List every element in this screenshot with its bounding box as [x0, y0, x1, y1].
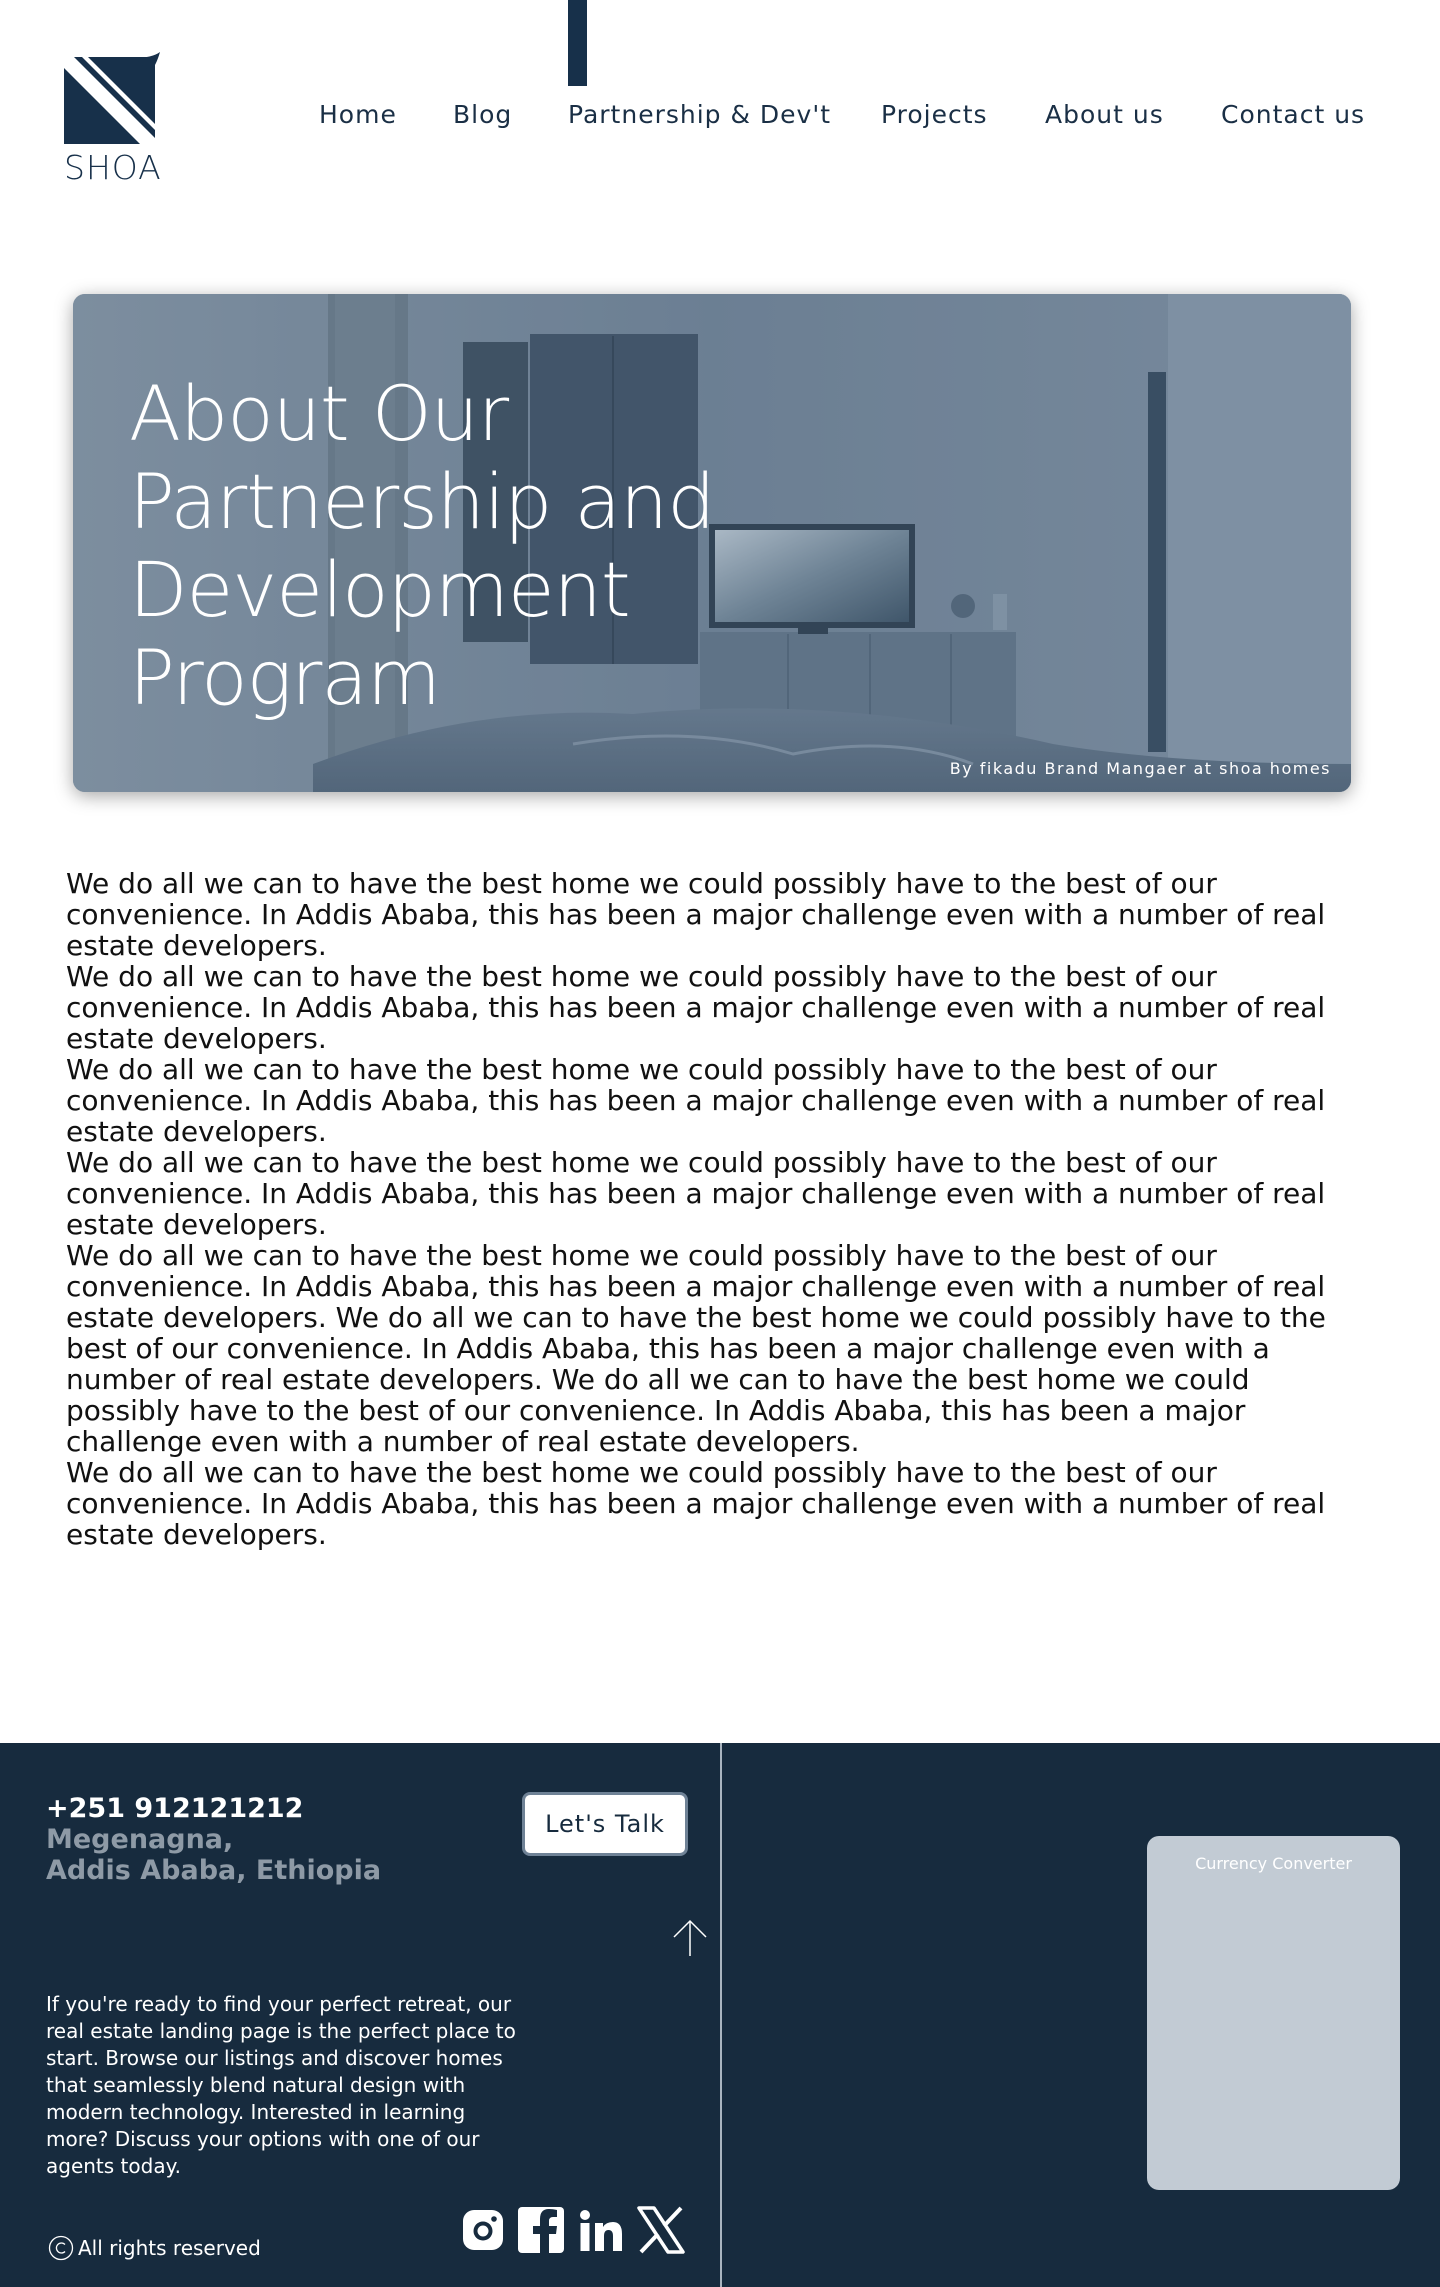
- paragraph: We do all we can to have the best home w…: [66, 1146, 1326, 1241]
- instagram-icon[interactable]: [458, 2205, 508, 2255]
- footer-divider: [720, 1743, 722, 2287]
- footer-address: Megenagna, Addis Ababa, Ethiopia: [46, 1824, 381, 1886]
- shoa-logo-text: SHOA: [64, 148, 162, 187]
- nav-projects[interactable]: Projects: [881, 100, 988, 129]
- nav-active-indicator: [568, 0, 587, 86]
- hero-title: About Our Partnership and Development Pr…: [129, 369, 715, 722]
- paragraph: We do all we can to have the best home w…: [66, 960, 1326, 1055]
- paragraph: We do all we can to have the best home w…: [66, 1239, 1326, 1458]
- hero-caption: By fikadu Brand Mangaer at shoa homes: [949, 759, 1331, 778]
- currency-converter-widget[interactable]: Currency Converter: [1147, 1836, 1400, 2190]
- main-nav: Home Blog Partnership & Dev't Projects A…: [0, 100, 1440, 136]
- facebook-icon[interactable]: [516, 2205, 566, 2255]
- footer-description: If you're ready to find your perfect ret…: [46, 1992, 516, 2178]
- site-footer: +251 912121212 Megenagna, Addis Ababa, E…: [0, 1743, 1440, 2287]
- footer-phone[interactable]: +251 912121212: [46, 1793, 303, 1824]
- arrow-up-icon[interactable]: [672, 1919, 708, 1957]
- linkedin-icon[interactable]: [576, 2205, 626, 2255]
- paragraph: We do all we can to have the best home w…: [66, 1456, 1326, 1551]
- nav-home[interactable]: Home: [319, 100, 397, 129]
- paragraph: We do all we can to have the best home w…: [66, 867, 1326, 962]
- address-line: Addis Ababa, Ethiopia: [46, 1855, 382, 1886]
- currency-converter-title: Currency Converter: [1195, 1854, 1352, 1873]
- nav-blog[interactable]: Blog: [453, 100, 512, 129]
- rights-text: All rights reserved: [78, 2236, 261, 2260]
- lets-talk-button[interactable]: Let's Talk: [522, 1792, 688, 1856]
- article-content: We do all we can to have the best home w…: [66, 868, 1366, 1550]
- nav-partnership[interactable]: Partnership & Dev't: [568, 100, 831, 129]
- site-header: SHOA Home Blog Partnership & Dev't Proje…: [0, 0, 1440, 200]
- x-icon[interactable]: [636, 2205, 686, 2255]
- copyright-icon: [48, 2235, 74, 2261]
- nav-contact-us[interactable]: Contact us: [1221, 100, 1365, 129]
- address-line: Megenagna,: [46, 1824, 234, 1855]
- hero-banner: About Our Partnership and Development Pr…: [73, 294, 1351, 792]
- paragraph: We do all we can to have the best home w…: [66, 1053, 1326, 1148]
- copyright: All rights reserved: [48, 2233, 261, 2263]
- nav-about-us[interactable]: About us: [1045, 100, 1164, 129]
